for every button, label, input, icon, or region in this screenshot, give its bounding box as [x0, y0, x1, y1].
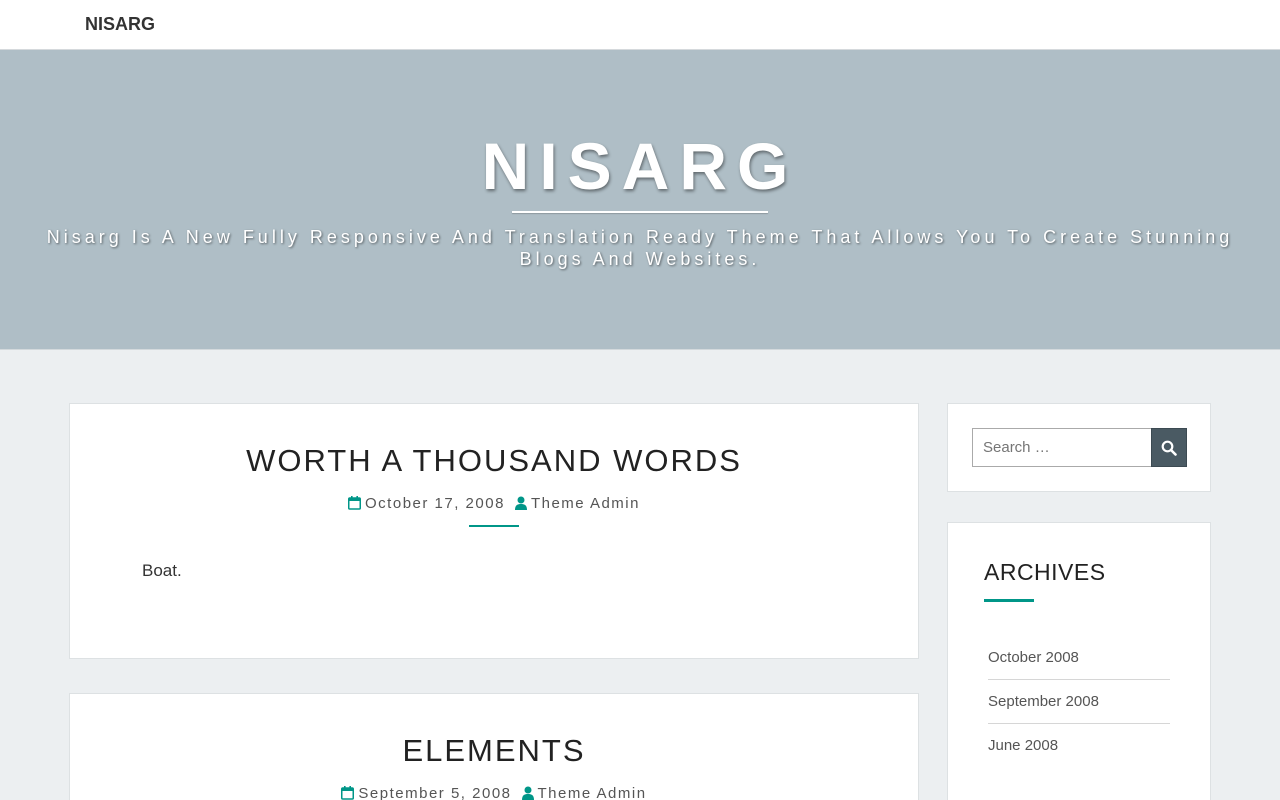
meta-divider — [469, 525, 519, 527]
site-tagline: Nisarg Is A New Fully Responsive And Tra… — [10, 226, 1270, 270]
calendar-icon — [348, 496, 362, 514]
tagline-line-2: Blogs And Websites. — [519, 249, 761, 269]
user-icon — [521, 786, 534, 800]
archive-link[interactable]: October 2008 — [988, 636, 1170, 680]
post-meta: October 17, 2008 Theme Admin — [70, 495, 918, 514]
post-excerpt: Boat. — [142, 561, 182, 580]
site-title[interactable]: NISARG — [0, 128, 1280, 204]
post-meta: September 5, 2008 Theme Admin — [70, 785, 918, 800]
search-button[interactable] — [1151, 428, 1187, 467]
top-navbar: NISARG — [0, 0, 1280, 50]
tagline-line-1: Nisarg Is A New Fully Responsive And Tra… — [46, 227, 1234, 247]
archive-link[interactable]: June 2008 — [988, 724, 1170, 768]
archives-widget: ARCHIVES October 2008 September 2008 Jun… — [947, 522, 1211, 800]
title-divider — [512, 211, 768, 213]
user-icon — [514, 496, 527, 514]
calendar-icon — [341, 786, 355, 800]
post-date[interactable]: September 5, 2008 — [358, 785, 511, 800]
archives-divider — [984, 599, 1034, 602]
post-author[interactable]: Theme Admin — [531, 495, 640, 512]
post-card: ELEMENTS September 5, 2008 Theme Admin — [69, 693, 919, 800]
search-widget — [947, 403, 1211, 492]
archives-title: ARCHIVES — [984, 559, 1106, 585]
post-date[interactable]: October 17, 2008 — [365, 495, 505, 512]
search-input[interactable] — [972, 428, 1152, 467]
archive-link[interactable]: September 2008 — [988, 680, 1170, 724]
archives-list: October 2008 September 2008 June 2008 — [988, 636, 1170, 768]
post-title[interactable]: WORTH A THOUSAND WORDS — [70, 443, 918, 479]
site-header: NISARG Nisarg Is A New Fully Responsive … — [0, 50, 1280, 350]
post-title[interactable]: ELEMENTS — [70, 733, 918, 769]
post-author[interactable]: Theme Admin — [538, 785, 647, 800]
post-card: WORTH A THOUSAND WORDS October 17, 2008 … — [69, 403, 919, 659]
brand-link[interactable]: NISARG — [85, 14, 155, 35]
